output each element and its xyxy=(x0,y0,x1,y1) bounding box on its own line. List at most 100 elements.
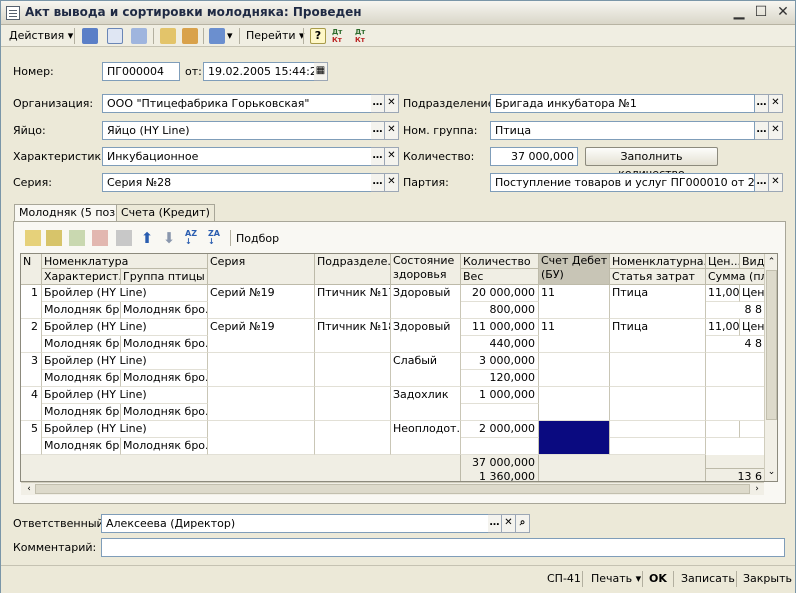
row3-nom-group[interactable] xyxy=(610,353,706,387)
row5-health[interactable]: Неоплодот... xyxy=(391,421,461,455)
row1-series[interactable]: Серий №19 xyxy=(208,285,315,319)
egg-clear-icon[interactable]: ✕ xyxy=(385,121,399,140)
row3-price[interactable] xyxy=(706,353,766,387)
col-n[interactable]: N xyxy=(21,254,42,285)
row1-department[interactable]: Птичник №17 xyxy=(315,285,391,319)
row3-series[interactable] xyxy=(208,353,315,387)
row5-nomenclature[interactable]: Бройлер (HY Line) xyxy=(42,421,208,438)
help-icon[interactable]: ? xyxy=(310,28,326,44)
responsible-search-icon[interactable]: ⌕ xyxy=(516,514,530,533)
row1-quantity[interactable]: 20 000,000 xyxy=(461,285,539,302)
col-health[interactable]: Состояние здоровья xyxy=(391,254,461,285)
row5-department[interactable] xyxy=(315,421,391,455)
row2-series[interactable]: Серий №19 xyxy=(208,319,315,353)
based-on-icon[interactable] xyxy=(209,28,225,44)
org-select-button[interactable]: … xyxy=(371,94,385,113)
char-field[interactable]: Инкубационное xyxy=(102,147,372,166)
char-select-button[interactable]: … xyxy=(371,147,385,166)
h-scroll-thumb[interactable] xyxy=(35,484,750,494)
col-bird-group[interactable]: Группа птицы xyxy=(121,269,208,285)
row5-nom-group[interactable] xyxy=(610,421,706,438)
qty-field[interactable]: 37 000,000 xyxy=(490,147,578,166)
col-nomenclature[interactable]: Номенклатура xyxy=(42,254,208,269)
char-clear-icon[interactable]: ✕ xyxy=(385,147,399,166)
number-field[interactable]: ПГ000004 xyxy=(102,62,180,81)
row4-nomenclature[interactable]: Бройлер (HY Line) xyxy=(42,387,208,404)
row1-weight[interactable]: 800,000 xyxy=(461,302,539,319)
row2-price[interactable]: 11,00 xyxy=(706,319,740,336)
tax-debit-credit-icon[interactable]: Дт Кт xyxy=(355,28,371,44)
row2-characteristic[interactable]: Молодняк бр... xyxy=(42,336,121,353)
row1-nom-group[interactable]: Птица xyxy=(610,285,706,319)
row2-quantity[interactable]: 11 000,000 xyxy=(461,319,539,336)
based-on-dropdown[interactable]: ▾ xyxy=(227,27,233,45)
row4-nom-group[interactable] xyxy=(610,387,706,421)
row4-debit[interactable] xyxy=(539,387,610,421)
refresh-icon[interactable] xyxy=(131,28,147,44)
series-select-button[interactable]: … xyxy=(371,173,385,192)
grid-horizontal-scrollbar[interactable]: ‹ › xyxy=(21,482,764,495)
row2-kind[interactable]: Цен xyxy=(740,319,766,336)
dept-field[interactable]: Бригада инкубатора №1 xyxy=(490,94,755,113)
col-weight[interactable]: Вес xyxy=(461,269,539,285)
org-clear-icon[interactable]: ✕ xyxy=(385,94,399,113)
date-field[interactable]: 19.02.2005 15:44:20 xyxy=(203,62,315,81)
pick-button[interactable]: Подбор xyxy=(236,231,279,247)
row3-health[interactable]: Слабый xyxy=(391,353,461,387)
row5-characteristic[interactable]: Молодняк бр... xyxy=(42,438,121,455)
edit-row-icon[interactable] xyxy=(69,230,85,246)
row3-weight[interactable]: 120,000 xyxy=(461,370,539,387)
row4-series[interactable] xyxy=(208,387,315,421)
row4-group[interactable]: Молодняк бро... xyxy=(121,404,208,421)
close-window-button[interactable]: ✕ xyxy=(773,4,793,22)
col-sum[interactable]: Сумма (пла xyxy=(706,269,766,285)
grid-vertical-scrollbar[interactable]: ⌃ ⌄ xyxy=(764,254,777,481)
row5-cost-item[interactable] xyxy=(610,438,706,455)
copy-row-icon[interactable] xyxy=(46,230,62,246)
row1-sum[interactable]: 8 8 xyxy=(706,302,766,319)
org-field[interactable]: ООО "Птицефабрика Горьковская" xyxy=(102,94,372,113)
end-edit-icon[interactable] xyxy=(116,230,132,246)
form-sp41-button[interactable]: СП-41 xyxy=(547,571,581,587)
row4-characteristic[interactable]: Молодняк бр... xyxy=(42,404,121,421)
debit-credit-icon[interactable]: Дт Кт xyxy=(332,28,348,44)
delete-row-icon[interactable] xyxy=(92,230,108,246)
comment-field[interactable] xyxy=(101,538,785,557)
minimize-button[interactable]: ▁ xyxy=(729,4,749,22)
egg-field[interactable]: Яйцо (HY Line) xyxy=(102,121,372,140)
young-birds-table[interactable]: N Номенклатура Характерист... Группа пти… xyxy=(20,253,778,482)
row2-debit[interactable]: 11 xyxy=(539,319,610,353)
row3-group[interactable]: Молодняк бро... xyxy=(121,370,208,387)
row5-group[interactable]: Молодняк бро... xyxy=(121,438,208,455)
row2-sum[interactable]: 4 8 xyxy=(706,336,766,353)
row3-department[interactable] xyxy=(315,353,391,387)
responsible-clear-icon[interactable]: ✕ xyxy=(502,514,516,533)
row2-weight[interactable]: 440,000 xyxy=(461,336,539,353)
row5-weight[interactable] xyxy=(461,438,539,455)
scroll-left-icon[interactable]: ‹ xyxy=(23,483,35,495)
col-price[interactable]: Цен... xyxy=(706,254,740,269)
col-series[interactable]: Серия xyxy=(208,254,315,285)
fill-quantity-button[interactable]: Заполнить количество xyxy=(585,147,718,180)
row3-characteristic[interactable]: Молодняк бр... xyxy=(42,370,121,387)
scroll-up-icon[interactable]: ⌃ xyxy=(766,256,777,268)
row4-quantity[interactable]: 1 000,000 xyxy=(461,387,539,404)
col-kind[interactable]: Вид xyxy=(740,254,766,269)
row2-nom-group[interactable]: Птица xyxy=(610,319,706,353)
row3-quantity[interactable]: 3 000,000 xyxy=(461,353,539,370)
dept-select-button[interactable]: … xyxy=(755,94,769,113)
calendar-icon[interactable]: ▦ xyxy=(314,62,328,81)
dept-clear-icon[interactable]: ✕ xyxy=(769,94,783,113)
maximize-button[interactable]: ☐ xyxy=(751,4,771,22)
series-clear-icon[interactable]: ✕ xyxy=(385,173,399,192)
post-icon[interactable] xyxy=(160,28,176,44)
sort-asc-icon[interactable]: AZ ↓ xyxy=(185,230,201,246)
row1-kind[interactable]: Цен xyxy=(740,285,766,302)
egg-select-button[interactable]: … xyxy=(371,121,385,140)
row2-group[interactable]: Молодняк бро... xyxy=(121,336,208,353)
row4-department[interactable] xyxy=(315,387,391,421)
row1-price[interactable]: 11,00 xyxy=(706,285,740,302)
sort-desc-icon[interactable]: ZA ↓ xyxy=(208,230,224,246)
add-row-icon[interactable] xyxy=(25,230,41,246)
print-menu[interactable]: Печать ▾ xyxy=(591,571,641,587)
